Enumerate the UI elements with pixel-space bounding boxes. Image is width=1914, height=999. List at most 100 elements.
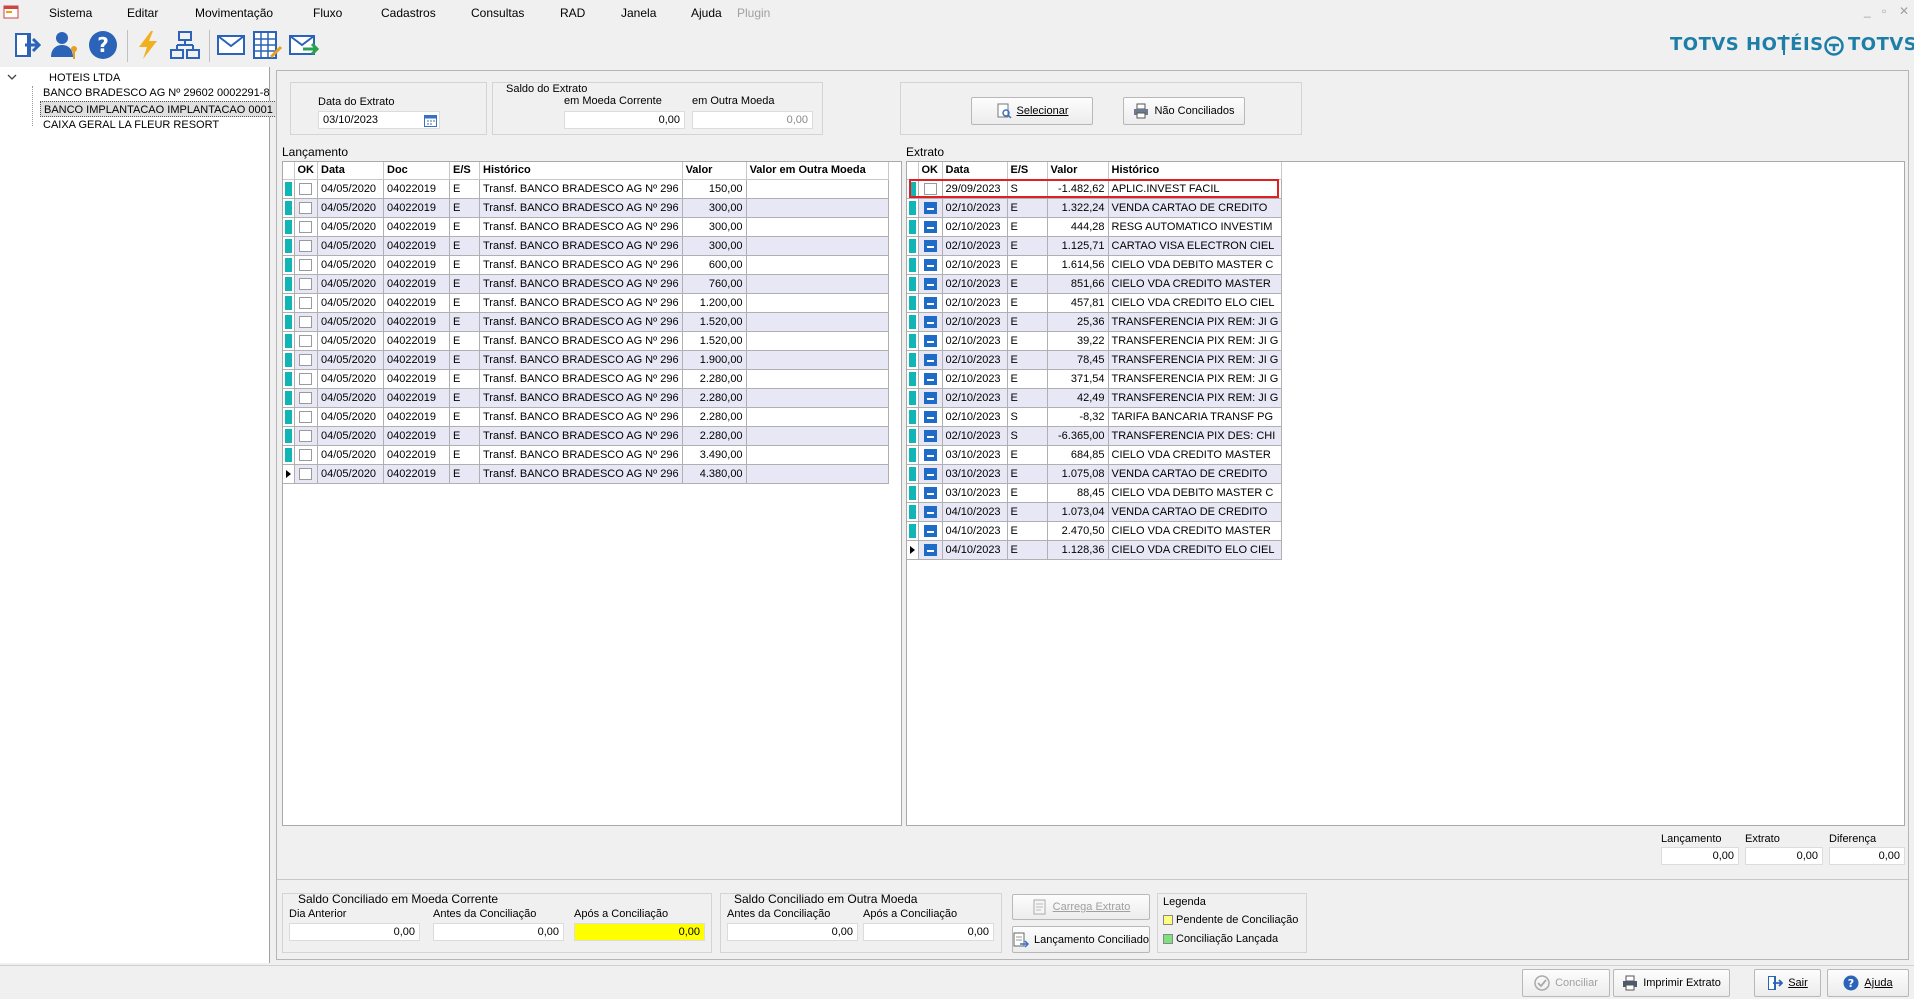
row-checkbox[interactable] bbox=[299, 353, 313, 366]
col-data[interactable]: Data bbox=[317, 162, 384, 180]
table-row[interactable]: 02/10/2023 E 1.322,24 VENDA CARTAO DE CREDI… bbox=[907, 198, 1283, 218]
row-ok-cell[interactable] bbox=[918, 255, 943, 275]
table-row[interactable]: 02/10/2023 E 457,81 CIELO VDA CREDITO ELO C… bbox=[907, 293, 1283, 313]
table-row[interactable]: 04/05/2020 04022019 E Transf. BANCO BRADESC… bbox=[283, 274, 889, 294]
table-row[interactable]: 02/10/2023 E 1.614,56 CIELO VDA DEBITO MAST… bbox=[907, 255, 1283, 275]
table-row[interactable]: 29/09/2023 S -1.482,62 APLIC.INVEST FACIL bbox=[907, 179, 1283, 199]
col-ok[interactable]: OK bbox=[918, 162, 943, 180]
row-ok-cell[interactable] bbox=[918, 293, 943, 313]
row-checkbox[interactable] bbox=[923, 448, 937, 461]
row-ok-cell[interactable] bbox=[294, 179, 318, 199]
table-row[interactable]: 04/05/2020 04022019 E Transf. BANCO BRADESC… bbox=[283, 331, 889, 351]
menu-rad[interactable]: RAD bbox=[560, 6, 585, 20]
row-checkbox[interactable] bbox=[923, 182, 937, 195]
row-ok-cell[interactable] bbox=[918, 483, 943, 503]
row-ok-cell[interactable] bbox=[294, 445, 318, 465]
table-row[interactable]: 03/10/2023 E 684,85 CIELO VDA CREDITO MASTE… bbox=[907, 445, 1283, 465]
row-ok-cell[interactable] bbox=[294, 331, 318, 351]
row-checkbox[interactable] bbox=[299, 220, 313, 233]
row-ok-cell[interactable] bbox=[918, 350, 943, 370]
row-ok-cell[interactable] bbox=[918, 312, 943, 332]
row-ok-cell[interactable] bbox=[294, 312, 318, 332]
imprimir-extrato-button[interactable]: Imprimir Extrato bbox=[1613, 969, 1730, 997]
row-ok-cell[interactable] bbox=[918, 369, 943, 389]
col-doc[interactable]: Doc bbox=[383, 162, 450, 180]
row-checkbox[interactable] bbox=[923, 239, 937, 252]
row-checkbox[interactable] bbox=[299, 201, 313, 214]
table-row[interactable]: 04/10/2023 E 2.470,50 CIELO VDA CREDITO MAS… bbox=[907, 521, 1283, 541]
row-ok-cell[interactable] bbox=[918, 179, 943, 199]
mail-icon[interactable] bbox=[213, 27, 249, 63]
row-ok-cell[interactable] bbox=[918, 521, 943, 541]
row-ok-cell[interactable] bbox=[918, 464, 943, 484]
help-icon[interactable]: ? bbox=[85, 27, 121, 63]
row-checkbox[interactable] bbox=[923, 410, 937, 423]
table-row[interactable]: 03/10/2023 E 1.075,08 VENDA CARTAO DE CREDI… bbox=[907, 464, 1283, 484]
col-valor[interactable]: Valor bbox=[682, 162, 747, 180]
table-row[interactable]: 02/10/2023 E 1.125,71 CARTAO VISA ELECTRON … bbox=[907, 236, 1283, 256]
row-ok-cell[interactable] bbox=[294, 274, 318, 294]
menu-fluxo[interactable]: Fluxo bbox=[313, 6, 342, 20]
menu-ajuda[interactable]: Ajuda bbox=[691, 6, 722, 20]
menu-movimentacao[interactable]: Movimentação bbox=[195, 6, 273, 20]
row-checkbox[interactable] bbox=[923, 391, 937, 404]
menu-sistema[interactable]: Sistema bbox=[49, 6, 92, 20]
row-ok-cell[interactable] bbox=[918, 198, 943, 218]
row-checkbox[interactable] bbox=[923, 220, 937, 233]
close-icon[interactable]: ✕ bbox=[1899, 4, 1909, 18]
row-checkbox[interactable] bbox=[299, 429, 313, 442]
lancamento-grid[interactable]: OK Data Doc E/S Histórico Valor Valor em… bbox=[282, 161, 902, 826]
row-ok-cell[interactable] bbox=[294, 217, 318, 237]
row-checkbox[interactable] bbox=[299, 448, 313, 461]
ajuda-button[interactable]: ? Ajuda bbox=[1827, 969, 1909, 997]
carrega-extrato-button[interactable]: Carrega Extrato bbox=[1012, 894, 1150, 920]
table-row[interactable]: 04/10/2023 E 1.073,04 VENDA CARTAO DE CREDI… bbox=[907, 502, 1283, 522]
row-ok-cell[interactable] bbox=[294, 236, 318, 256]
row-checkbox[interactable] bbox=[923, 277, 937, 290]
row-ok-cell[interactable] bbox=[294, 388, 318, 408]
table-row[interactable]: 02/10/2023 E 371,54 TRANSFERENCIA PIX REM: … bbox=[907, 369, 1283, 389]
conciliar-button[interactable]: Conciliar bbox=[1522, 969, 1610, 997]
row-checkbox[interactable] bbox=[923, 315, 937, 328]
row-checkbox[interactable] bbox=[299, 315, 313, 328]
moeda-corrente-field[interactable]: 0,00 bbox=[564, 111, 685, 129]
table-row[interactable]: 02/10/2023 E 78,45 TRANSFERENCIA PIX REM: J… bbox=[907, 350, 1283, 370]
row-checkbox[interactable] bbox=[923, 505, 937, 518]
diagram-icon[interactable] bbox=[167, 27, 203, 63]
col-es[interactable]: E/S bbox=[1007, 162, 1048, 180]
tree-item-caixa-geral[interactable]: CAIXA GERAL LA FLEUR RESORT bbox=[40, 117, 222, 133]
menu-editar[interactable]: Editar bbox=[127, 6, 158, 20]
menu-cadastros[interactable]: Cadastros bbox=[381, 6, 436, 20]
row-checkbox[interactable] bbox=[923, 429, 937, 442]
row-ok-cell[interactable] bbox=[918, 217, 943, 237]
row-ok-cell[interactable] bbox=[294, 255, 318, 275]
col-valor[interactable]: Valor bbox=[1047, 162, 1109, 180]
mail-arrow-icon[interactable] bbox=[285, 27, 321, 63]
tree-item-bradesco[interactable]: BANCO BRADESCO AG Nº 29602 0002291-8 bbox=[40, 85, 273, 101]
table-row[interactable]: 02/10/2023 S -8,32 TARIFA BANCARIA TRANSF P… bbox=[907, 407, 1283, 427]
table-row[interactable]: 04/05/2020 04022019 E Transf. BANCO BRADESC… bbox=[283, 255, 889, 275]
row-ok-cell[interactable] bbox=[918, 331, 943, 351]
table-row[interactable]: 04/05/2020 04022019 E Transf. BANCO BRADESC… bbox=[283, 312, 889, 332]
row-checkbox[interactable] bbox=[299, 296, 313, 309]
table-row[interactable]: 04/05/2020 04022019 E Transf. BANCO BRADESC… bbox=[283, 198, 889, 218]
row-checkbox[interactable] bbox=[299, 467, 313, 480]
table-row[interactable]: 02/10/2023 S -6.365,00 TRANSFERENCIA PIX DE… bbox=[907, 426, 1283, 446]
row-checkbox[interactable] bbox=[299, 334, 313, 347]
table-row[interactable]: 04/05/2020 04022019 E Transf. BANCO BRADESC… bbox=[283, 407, 889, 427]
row-ok-cell[interactable] bbox=[918, 426, 943, 446]
table-row[interactable]: 04/05/2020 04022019 E Transf. BANCO BRADESC… bbox=[283, 350, 889, 370]
outra-moeda-field[interactable]: 0,00 bbox=[692, 111, 813, 129]
tree-root[interactable]: HOTEIS LTDA bbox=[46, 70, 123, 86]
row-checkbox[interactable] bbox=[923, 486, 937, 499]
row-ok-cell[interactable] bbox=[294, 464, 318, 484]
row-ok-cell[interactable] bbox=[294, 293, 318, 313]
row-ok-cell[interactable] bbox=[918, 540, 943, 560]
table-row[interactable]: 02/10/2023 E 25,36 TRANSFERENCIA PIX REM: J… bbox=[907, 312, 1283, 332]
menu-plugin[interactable]: Plugin bbox=[737, 6, 770, 20]
table-row[interactable]: 02/10/2023 E 42,49 TRANSFERENCIA PIX REM: J… bbox=[907, 388, 1283, 408]
data-extrato-field[interactable]: 03/10/2023 bbox=[318, 111, 440, 129]
col-valor-outra-moeda[interactable]: Valor em Outra Moeda bbox=[746, 162, 889, 180]
row-ok-cell[interactable] bbox=[918, 388, 943, 408]
table-row[interactable]: 04/05/2020 04022019 E Transf. BANCO BRADESC… bbox=[283, 426, 889, 446]
